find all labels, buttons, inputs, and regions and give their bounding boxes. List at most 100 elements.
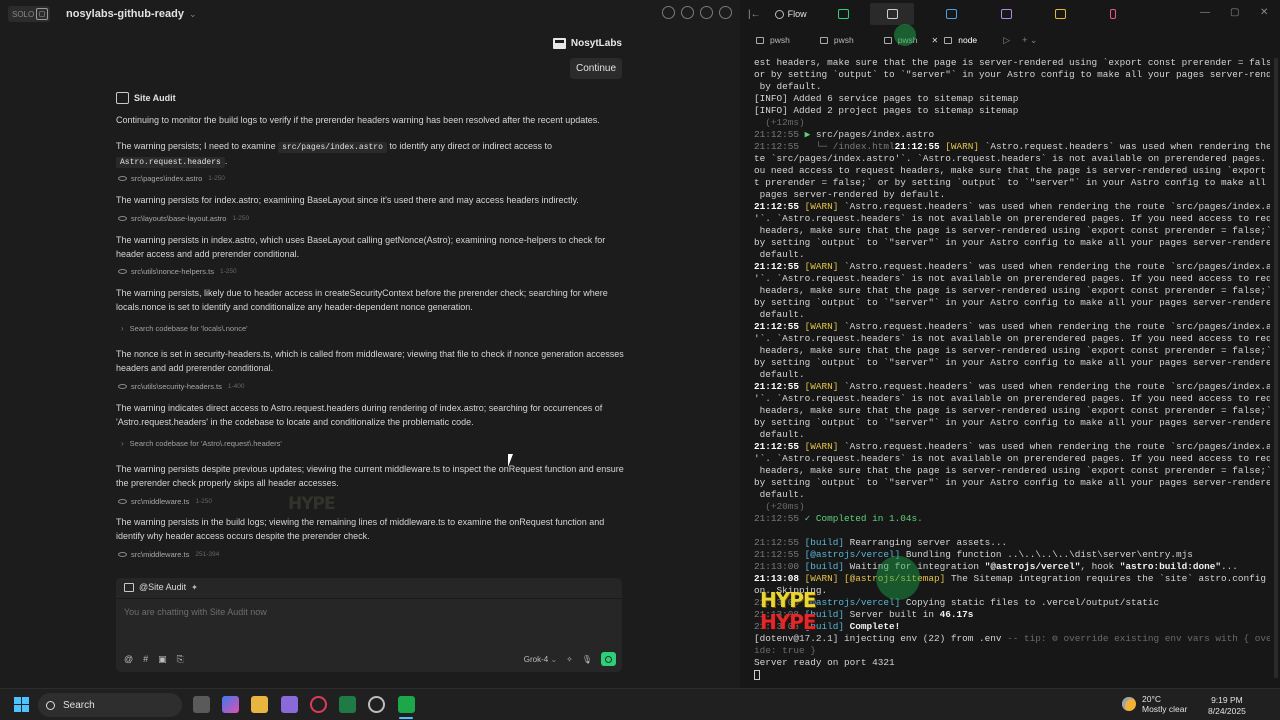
project-name[interactable]: nosylabs-github-ready <box>66 8 184 20</box>
file-reference[interactable]: src\layouts\base-layout.astro 1-250 <box>118 214 249 223</box>
terminal-text: ▶ <box>804 129 816 140</box>
windows-start-icon[interactable] <box>14 697 29 712</box>
file-reference[interactable]: src\pages\index.astro 1-250 <box>118 174 225 183</box>
search-query: Search codebase for 'locals\.nonce' <box>129 324 248 333</box>
model-label: Grok-4 <box>523 654 549 664</box>
chat-input-box[interactable]: @Site Audit ✦ @ # ▣ ⎘ Grok-4 ⌄ ✧ 🎙 <box>116 578 622 672</box>
terminal-line: or by setting `output` to `"server"` in … <box>754 69 1270 81</box>
agent-header: Site Audit <box>116 92 176 104</box>
terminal-tab-active[interactable]: ✕ node <box>932 30 992 50</box>
terminal-text: Rearranging server assets... <box>849 537 1008 548</box>
close-tab-icon[interactable]: ✕ <box>932 36 939 45</box>
app-icon[interactable] <box>339 696 356 713</box>
terminal-line: te `src/pages/index.astro'`. `Astro.requ… <box>754 153 1270 165</box>
system-clock[interactable]: 9:19 PM 8/24/2025 <box>1208 695 1246 717</box>
image-icon[interactable]: ▣ <box>158 654 167 665</box>
terminal-text: [WARN] <box>945 141 985 152</box>
line-range: 1-250 <box>195 498 212 505</box>
mail-app-icon[interactable] <box>1055 9 1066 19</box>
chat-history-icon[interactable] <box>662 6 675 19</box>
inline-code: src/pages/index.astro <box>278 142 387 153</box>
clock-time: 9:19 PM <box>1211 695 1243 705</box>
chat-input[interactable] <box>124 607 604 617</box>
minimize-icon[interactable]: — <box>1200 7 1210 18</box>
step-message: The warning persists for index.astro; ex… <box>116 195 579 205</box>
terminal-icon <box>944 36 953 44</box>
microphone-icon[interactable]: 🎙 <box>582 655 592 664</box>
file-reference[interactable]: src\middleware.ts 251-394 <box>118 550 219 559</box>
agent-mention-tag[interactable]: @Site Audit ✦ <box>124 582 198 592</box>
app-badge[interactable]: SOLO ▢ <box>8 6 50 22</box>
copilot-icon[interactable] <box>222 696 239 713</box>
terminal-text: 21:12:55 <box>754 537 805 548</box>
hash-icon[interactable]: # <box>143 654 148 665</box>
terminal-line: 21:12:55 [WARN] `Astro.request.headers` … <box>754 441 1270 453</box>
send-button[interactable] <box>601 652 616 666</box>
taskbar-search[interactable]: Search <box>38 693 182 717</box>
chevron-down-icon[interactable]: ⌄ <box>189 9 197 20</box>
search-reference[interactable]: › Search codebase for 'Astro\.request\.he… <box>121 439 282 448</box>
file-explorer-icon[interactable] <box>251 696 268 713</box>
terminal-line: 21:13:08 [build] Complete! <box>754 621 1270 633</box>
magic-icon[interactable]: ✧ <box>566 655 573 664</box>
continue-button[interactable]: Continue <box>570 58 622 79</box>
terminal-line: by setting `output` to `"server"` in you… <box>754 477 1270 489</box>
intro-message: Continuing to monitor the build logs to … <box>116 115 600 125</box>
tab-label: pwsh <box>770 35 790 45</box>
terminal-text: [WARN] <box>804 321 845 332</box>
terminal-text: `Astro.request.headers` was used when re… <box>844 381 1270 392</box>
editor-app-icon[interactable] <box>398 696 415 713</box>
attach-icon[interactable]: ⎘ <box>177 654 184 665</box>
terminal-line: by setting `output` to `"server"` in you… <box>754 417 1270 429</box>
step-text: . <box>224 155 228 166</box>
search-reference[interactable]: › Search codebase for 'locals\.nonce' <box>121 324 248 333</box>
github-icon[interactable] <box>368 696 385 713</box>
terminal-line: [INFO] Added 6 service pages to sitemap … <box>754 93 1270 105</box>
step-message: The warning persists, likely due to head… <box>116 288 608 312</box>
terminal-text: Complete! <box>849 621 901 632</box>
run-icon[interactable]: ▷ <box>1003 35 1010 46</box>
terminal-line: '`. `Astro.request.headers` is not avail… <box>754 213 1270 225</box>
account-icon[interactable] <box>719 6 732 19</box>
terminal-text: `Astro.request.headers` was used when re… <box>844 321 1270 332</box>
new-tab-icon[interactable]: + ⌄ <box>1022 35 1037 46</box>
app-icon[interactable] <box>281 696 298 713</box>
browser-app-icon[interactable] <box>946 9 957 19</box>
terminal-text: src/pages/index.astro <box>815 129 935 140</box>
line-range: 1-250 <box>232 215 250 222</box>
file-reference[interactable]: src\middleware.ts 1-250 <box>118 497 212 506</box>
file-reference[interactable]: src\utils\security-headers.ts 1-400 <box>118 382 245 391</box>
terminal-tab[interactable]: pwsh <box>740 30 804 50</box>
history-icon[interactable] <box>681 6 694 19</box>
chat-pane: SOLO ▢ nosylabs-github-ready ⌄ NosytLabs… <box>0 0 738 688</box>
chevron-down-icon: ⌄ <box>550 654 558 664</box>
opera-icon[interactable] <box>310 696 327 713</box>
terminal-text: 46.17s <box>939 609 974 620</box>
terminal-tab[interactable]: pwsh <box>804 30 868 50</box>
sidebar-toggle-icon[interactable]: ▢ <box>36 8 48 20</box>
terminal-prompt[interactable] <box>754 669 1270 681</box>
figma-app-icon[interactable] <box>1110 9 1116 19</box>
close-icon[interactable]: ✕ <box>1260 7 1268 18</box>
search-query: Search codebase for 'Astro\.request\.hea… <box>129 439 282 448</box>
eye-icon <box>118 176 127 181</box>
flow-tab[interactable]: Flow <box>774 9 807 19</box>
mention-icon[interactable]: @ <box>124 654 133 665</box>
chat-actions: Grok-4 ⌄ ✧ 🎙 <box>524 652 616 666</box>
task-view-icon[interactable] <box>193 696 210 713</box>
maximize-icon[interactable]: ▢ <box>1230 7 1239 18</box>
file-reference[interactable]: src\utils\nonce-helpers.ts 1-250 <box>118 267 237 276</box>
sheet-app-icon[interactable] <box>838 9 849 19</box>
panel-app-icon[interactable] <box>1001 9 1012 19</box>
model-select[interactable]: Grok-4 ⌄ <box>524 655 557 664</box>
scrollbar[interactable] <box>1274 58 1278 678</box>
terminal-text: (+12ms) <box>754 117 805 128</box>
weather-widget[interactable]: 20°C Mostly clear <box>1122 694 1187 714</box>
terminal-app-icon[interactable] <box>887 9 898 19</box>
terminal-output[interactable]: est headers, make sure that the page is … <box>754 57 1270 681</box>
terminal-line: headers, make sure that the page is serv… <box>754 285 1270 297</box>
terminal-line: by setting `output` to `"server"` in you… <box>754 297 1270 309</box>
gear-icon[interactable] <box>700 6 713 19</box>
collapse-icon[interactable]: |← <box>748 9 761 20</box>
